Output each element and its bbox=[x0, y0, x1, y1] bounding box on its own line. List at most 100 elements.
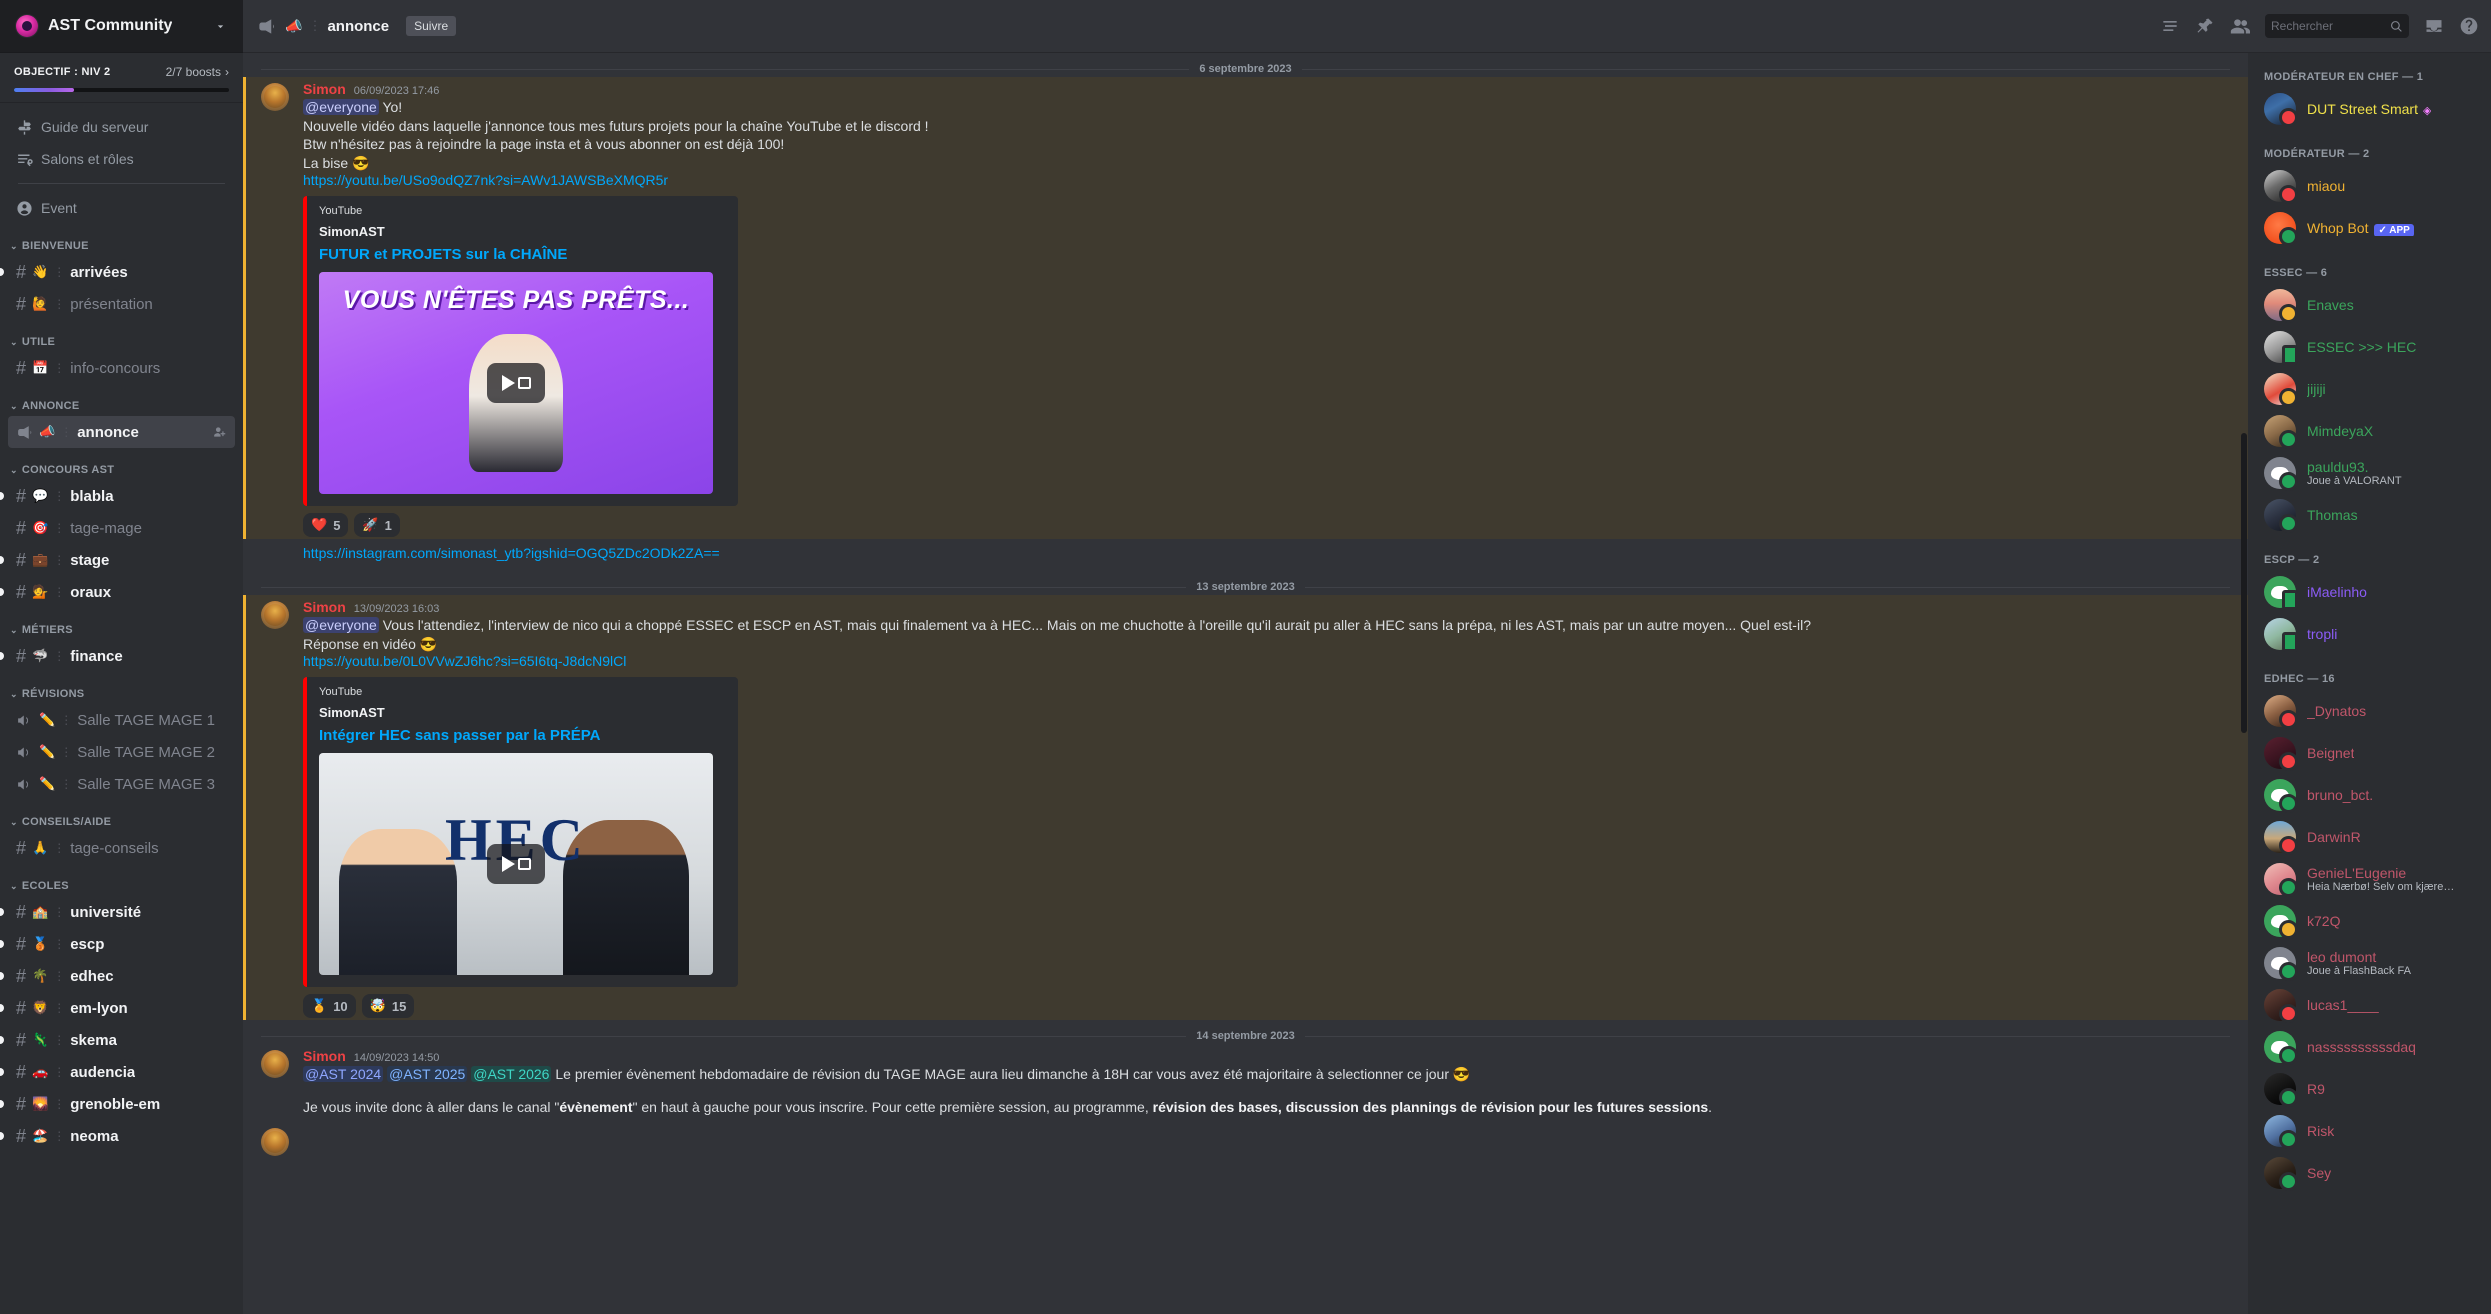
member-item[interactable]: DUT Street Smart ◈ bbox=[2256, 88, 2483, 130]
inbox-icon[interactable] bbox=[2424, 16, 2444, 36]
member-item[interactable]: Risk bbox=[2256, 1110, 2483, 1152]
chevron-down-icon[interactable] bbox=[214, 20, 227, 33]
channel-item-escp[interactable]: # 🥉 ⋮ escp bbox=[0, 928, 235, 960]
member-item[interactable]: Beignet bbox=[2256, 732, 2483, 774]
member-item[interactable]: miaou bbox=[2256, 165, 2483, 207]
role-mention-ast-2025[interactable]: @AST 2025 bbox=[387, 1066, 468, 1083]
avatar[interactable] bbox=[2264, 1073, 2298, 1107]
channel-item-blabla[interactable]: # 💬 ⋮ blabla bbox=[0, 480, 235, 512]
channel-item-stage[interactable]: # 💼 ⋮ stage bbox=[0, 544, 235, 576]
reaction-chip[interactable]: 🏅 10 bbox=[303, 994, 356, 1019]
channel-category-conseils-aide[interactable]: ⌄ CONSEILS/AIDE bbox=[8, 800, 235, 832]
member-item[interactable]: _Dynatos bbox=[2256, 690, 2483, 732]
channel-item-tage-conseils[interactable]: # 🙏 ⋮ tage-conseils bbox=[8, 832, 235, 864]
message-author[interactable]: Simon bbox=[303, 599, 346, 616]
channel-category-bienvenue[interactable]: ⌄ BIENVENUE bbox=[8, 224, 235, 256]
channel-category-m-tiers[interactable]: ⌄ MÉTIERS bbox=[8, 608, 235, 640]
youtube-embed[interactable]: YouTube SimonAST Intégrer HEC sans passe… bbox=[303, 677, 738, 988]
embed-title[interactable]: FUTUR et PROJETS sur la CHAÎNE bbox=[319, 246, 726, 263]
member-item[interactable]: Thomas bbox=[2256, 494, 2483, 536]
member-item[interactable]: lucas1____ bbox=[2256, 984, 2483, 1026]
message-link[interactable]: https://youtu.be/USo9odQZ7nk?si=AWv1JAWS… bbox=[303, 172, 668, 188]
embed-thumbnail[interactable]: HEC bbox=[319, 753, 713, 976]
member-item[interactable]: Whop Bot ✓ APP bbox=[2256, 207, 2483, 249]
member-item[interactable]: GenieL'Eugenie Heia Nærbø! Selv om kjæres… bbox=[2256, 858, 2483, 900]
search-box[interactable] bbox=[2265, 14, 2409, 38]
member-item[interactable]: leo dumont Joue à FlashBack FA bbox=[2256, 942, 2483, 984]
channel-item-universit-[interactable]: # 🏫 ⋮ université bbox=[0, 896, 235, 928]
avatar[interactable] bbox=[261, 1128, 289, 1157]
reaction-chip[interactable]: ❤️ 5 bbox=[303, 513, 349, 538]
member-item[interactable]: pauldu93. Joue à VALORANT bbox=[2256, 452, 2483, 494]
member-item[interactable]: DarwinR bbox=[2256, 816, 2483, 858]
boost-panel[interactable]: OBJECTIF : NIV 2 2/7 boosts › bbox=[0, 53, 243, 103]
avatar[interactable] bbox=[2264, 695, 2298, 729]
message-author[interactable]: Simon bbox=[303, 1048, 346, 1065]
avatar[interactable] bbox=[2264, 373, 2298, 407]
sidebar-item-guide[interactable]: Guide du serveur bbox=[8, 111, 235, 143]
channel-item-arriv-es[interactable]: # 👋 ⋮ arrivées bbox=[0, 256, 235, 288]
channel-item-annonce[interactable]: 📣 ⋮ annonce bbox=[8, 416, 235, 448]
channel-item-tage-mage[interactable]: # 🎯 ⋮ tage-mage bbox=[8, 512, 235, 544]
avatar[interactable] bbox=[2264, 415, 2298, 449]
member-item[interactable]: R9 bbox=[2256, 1068, 2483, 1110]
channel-list[interactable]: ⌄ BIENVENUE # 👋 ⋮ arrivées # 🙋 ⋮ présentation ⌄ UTI… bbox=[0, 224, 243, 1314]
channel-item-salle-tage-mage-1[interactable]: ✏️ ⋮ Salle TAGE MAGE 1 bbox=[8, 704, 235, 736]
avatar[interactable] bbox=[2264, 499, 2298, 533]
avatar[interactable] bbox=[2264, 779, 2298, 813]
channel-item-skema[interactable]: # 🦎 ⋮ skema bbox=[0, 1024, 235, 1056]
avatar[interactable] bbox=[2264, 289, 2298, 323]
pin-icon[interactable] bbox=[2195, 16, 2215, 36]
member-item[interactable]: iMaelinho bbox=[2256, 571, 2483, 613]
sidebar-item-event[interactable]: Event bbox=[8, 192, 235, 224]
avatar[interactable] bbox=[2264, 331, 2298, 365]
message-item-partial[interactable] bbox=[243, 1118, 2248, 1158]
embed-thumbnail[interactable]: VOUS N'ÊTES PAS PRÊTS... bbox=[319, 272, 713, 495]
play-button[interactable] bbox=[487, 844, 545, 885]
avatar[interactable] bbox=[2264, 170, 2298, 204]
channel-item-salle-tage-mage-3[interactable]: ✏️ ⋮ Salle TAGE MAGE 3 bbox=[8, 768, 235, 800]
avatar[interactable] bbox=[2264, 618, 2298, 652]
avatar[interactable] bbox=[261, 83, 289, 111]
channel-category-r-visions[interactable]: ⌄ RÉVISIONS bbox=[8, 672, 235, 704]
member-item[interactable]: ESSEC >>> HEC bbox=[2256, 326, 2483, 368]
chat-scrollbar-thumb[interactable] bbox=[2241, 433, 2247, 733]
embed-author[interactable]: SimonAST bbox=[319, 224, 726, 239]
channel-item-grenoble-em[interactable]: # 🌄 ⋮ grenoble-em bbox=[0, 1088, 235, 1120]
channel-item-salle-tage-mage-2[interactable]: ✏️ ⋮ Salle TAGE MAGE 2 bbox=[8, 736, 235, 768]
member-item[interactable]: k72Q bbox=[2256, 900, 2483, 942]
role-mention-ast-2024[interactable]: @AST 2024 bbox=[303, 1066, 384, 1083]
avatar[interactable] bbox=[2264, 576, 2298, 610]
help-icon[interactable] bbox=[2459, 16, 2479, 36]
channel-item-neoma[interactable]: # 🏖️ ⋮ neoma bbox=[0, 1120, 235, 1152]
avatar[interactable] bbox=[2264, 905, 2298, 939]
channel-item-edhec[interactable]: # 🌴 ⋮ edhec bbox=[0, 960, 235, 992]
member-item[interactable]: MimdeyaX bbox=[2256, 410, 2483, 452]
channel-item-oraux[interactable]: # 💁 ⋮ oraux bbox=[0, 576, 235, 608]
channel-item-finance[interactable]: # 🦈 ⋮ finance bbox=[0, 640, 235, 672]
members-icon[interactable] bbox=[2230, 16, 2250, 36]
channel-category-concours-ast[interactable]: ⌄ CONCOURS AST bbox=[8, 448, 235, 480]
avatar[interactable] bbox=[2264, 457, 2298, 491]
message-item-continuation[interactable]: https://instagram.com/simonast_ytb?igshi… bbox=[243, 539, 2248, 571]
member-item[interactable]: bruno_bct. bbox=[2256, 774, 2483, 816]
channel-item-pr-sentation[interactable]: # 🙋 ⋮ présentation bbox=[8, 288, 235, 320]
everyone-mention[interactable]: @everyone bbox=[303, 99, 379, 116]
member-item[interactable]: nassssssssssdaq bbox=[2256, 1026, 2483, 1068]
threads-icon[interactable] bbox=[2160, 16, 2180, 36]
avatar[interactable] bbox=[2264, 737, 2298, 771]
avatar[interactable] bbox=[2264, 1157, 2298, 1191]
channel-category-ecoles[interactable]: ⌄ ECOLES bbox=[8, 864, 235, 896]
avatar[interactable] bbox=[261, 601, 289, 630]
avatar[interactable] bbox=[2264, 947, 2298, 981]
member-list[interactable]: MODÉRATEUR EN CHEF — 1 DUT Street Smart ◈ M… bbox=[2248, 53, 2491, 1314]
member-item[interactable]: Sey bbox=[2256, 1152, 2483, 1194]
message-link[interactable]: https://instagram.com/simonast_ytb?igshi… bbox=[303, 545, 720, 561]
embed-title[interactable]: Intégrer HEC sans passer par la PRÉPA bbox=[319, 727, 726, 744]
channel-item-audencia[interactable]: # 🚗 ⋮ audencia bbox=[0, 1056, 235, 1088]
channel-category-annonce[interactable]: ⌄ ANNONCE bbox=[8, 384, 235, 416]
youtube-embed[interactable]: YouTube SimonAST FUTUR et PROJETS sur la… bbox=[303, 196, 738, 507]
reaction-chip[interactable]: 🚀 1 bbox=[354, 513, 400, 538]
message-item[interactable]: Simon 13/09/2023 16:03 @everyone Vous l'… bbox=[243, 595, 2248, 1021]
everyone-mention[interactable]: @everyone bbox=[303, 617, 379, 634]
